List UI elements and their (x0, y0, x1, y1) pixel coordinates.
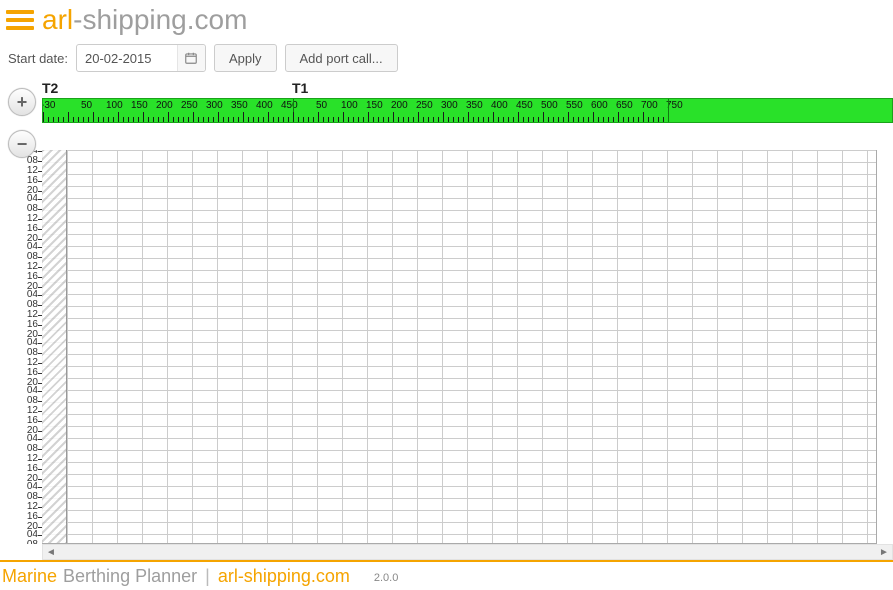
scroll-track[interactable] (59, 545, 876, 559)
ruler-tick-label: 200 (156, 100, 173, 111)
ruler-tick-label: 450 (516, 100, 533, 111)
ruler-tick-label: 500 (541, 100, 558, 111)
start-date-wrap (76, 44, 206, 72)
footer-sep-char: | (205, 566, 210, 587)
ruler-tick-label: 250 (416, 100, 433, 111)
time-axis: 0408121620040812162004081216200408121620… (0, 150, 42, 544)
scroll-right-arrow[interactable]: ► (876, 547, 892, 558)
footer-site: arl-shipping.com (218, 566, 350, 587)
add-port-call-button[interactable]: Add port call... (285, 44, 398, 72)
ruler-tick-label: 150 (366, 100, 383, 111)
ruler-tick-label: 400 (256, 100, 273, 111)
footer: Marine Berthing Planner | arl-shipping.c… (0, 562, 893, 590)
toolbar: Start date: Apply Add port call... (0, 38, 893, 80)
ruler-tick-label: 550 (566, 100, 583, 111)
horizontal-scrollbar[interactable]: ◄ ► (42, 544, 893, 560)
ruler-tick-label: 50 (81, 100, 92, 111)
blocked-strip (42, 150, 67, 543)
ruler-tick-label: 450 (281, 100, 298, 111)
apply-button[interactable]: Apply (214, 44, 277, 72)
ruler-tick-label: 150 (131, 100, 148, 111)
ruler-tick-label: 100 (341, 100, 358, 111)
footer-version: 2.0.0 (374, 572, 398, 587)
scroll-left-arrow[interactable]: ◄ (43, 547, 59, 558)
footer-marine: Marine (2, 566, 57, 587)
plan-area: + − T2 T1 -30 50 100 150 200 250 300 350 400 450 50… (0, 80, 893, 560)
ruler-tick-label: 100 (106, 100, 123, 111)
ruler-tick-label: 650 (616, 100, 633, 111)
ruler-tick-label: 300 (206, 100, 223, 111)
ruler-tick-label: 50 (316, 100, 327, 111)
plan-grid[interactable] (42, 150, 877, 544)
zoom-controls: + − (8, 88, 36, 172)
brand-part1: arl (42, 4, 73, 35)
ruler-tick-label: 200 (391, 100, 408, 111)
hamburger-icon[interactable] (6, 8, 34, 32)
zoom-in-button[interactable]: + (8, 88, 36, 116)
ruler-tick-label: 700 (641, 100, 658, 111)
ruler-zone: T2 T1 -30 50 100 150 200 250 300 350 400 450 50 100 1… (42, 80, 893, 125)
ruler-tick-label: 350 (466, 100, 483, 111)
berth-label: T2 (42, 80, 58, 96)
berth-names-row: T2 T1 (42, 80, 893, 98)
berth-label: T1 (292, 80, 308, 96)
ruler-tick-label: -30 (42, 100, 55, 111)
brand-part2: -shipping.com (73, 4, 247, 35)
ruler-tick-label: 250 (181, 100, 198, 111)
ruler-tick-label: 300 (441, 100, 458, 111)
grid-wrap: 0408121620040812162004081216200408121620… (0, 125, 877, 544)
app-header: arl-shipping.com (0, 0, 893, 38)
start-date-label: Start date: (8, 51, 68, 66)
ruler-tick-label: 600 (591, 100, 608, 111)
brand-title: arl-shipping.com (42, 4, 247, 36)
start-date-input[interactable] (76, 44, 206, 72)
footer-berthing-planner: Berthing Planner (63, 566, 197, 587)
distance-ruler[interactable]: -30 50 100 150 200 250 300 350 400 450 50 100 150 200… (42, 98, 893, 123)
ruler-tick-label: 400 (491, 100, 508, 111)
ruler-tick-label: 350 (231, 100, 248, 111)
zoom-out-button[interactable]: − (8, 130, 36, 158)
time-label: 08 (27, 540, 38, 544)
